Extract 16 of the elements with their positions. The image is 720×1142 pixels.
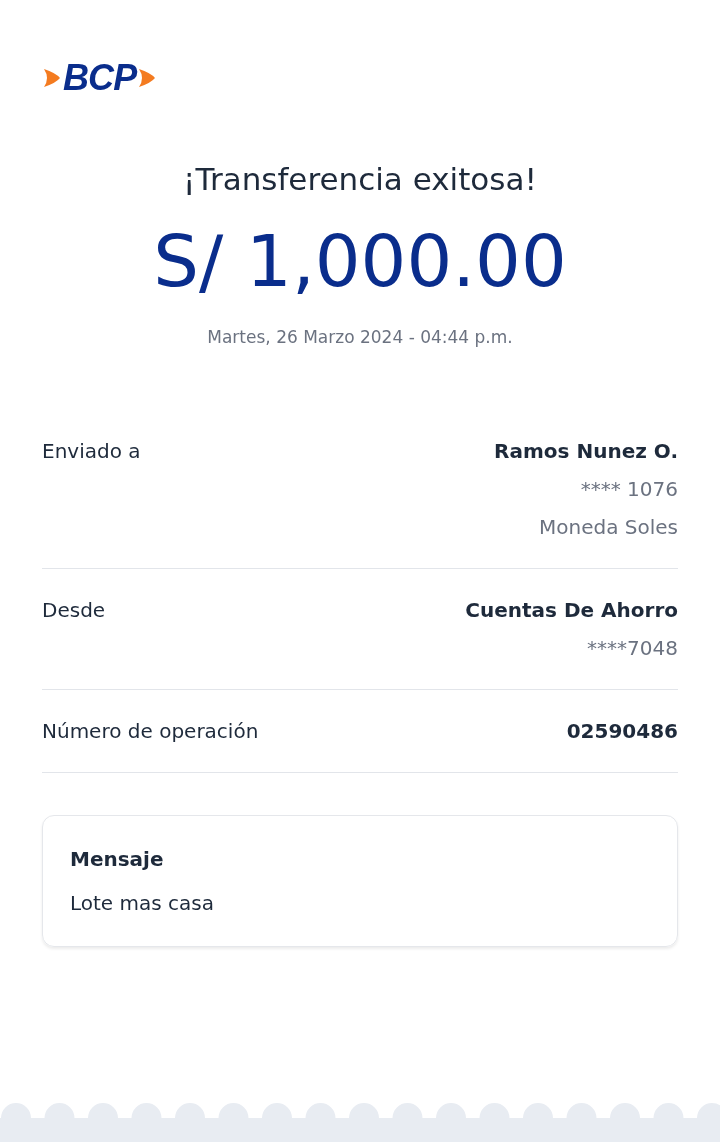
transfer-amount: S/ 1,000.00	[152, 224, 568, 297]
message-title: Mensaje	[70, 846, 165, 874]
detail-label: Número de operación	[42, 718, 259, 746]
detail-label: Enviado a	[42, 438, 141, 466]
detail-value: Cuentas De Ahorro	[465, 597, 678, 625]
detail-value: ****7048	[587, 635, 678, 663]
success-title: ¡Transferencia exitosa!	[182, 160, 538, 199]
detail-value: 02590486	[566, 718, 678, 746]
detail-value: **** 1076	[580, 476, 678, 504]
transfer-date: Martes, 26 Marzo 2024 - 04:44 p.m.	[206, 325, 514, 349]
detail-label: Desde	[42, 597, 106, 625]
chevron-icon	[42, 67, 62, 89]
detail-value: Ramos Nunez O.	[494, 438, 678, 466]
message-text: Lote mas casa	[70, 890, 215, 918]
bcp-logo: BCP	[42, 60, 158, 96]
detail-value: Moneda Soles	[539, 514, 678, 542]
